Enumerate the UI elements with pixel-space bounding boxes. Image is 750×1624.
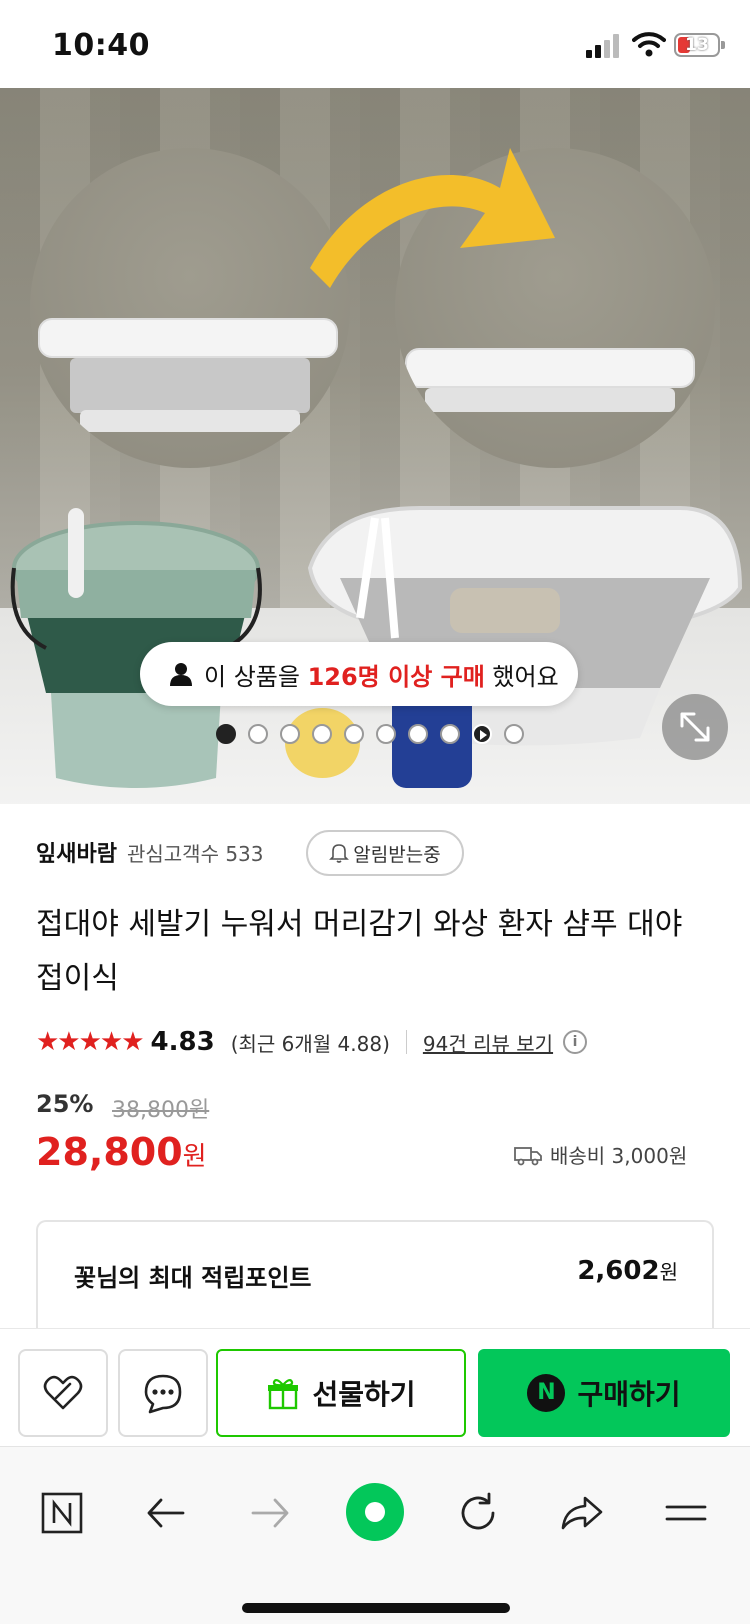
max-points-amount: 2,602 (577, 1256, 660, 1286)
sale-price-value: 28,800 (36, 1130, 183, 1174)
bell-icon (329, 844, 350, 863)
wishlist-button[interactable] (18, 1349, 108, 1437)
share-icon (561, 1496, 603, 1530)
back-arrow-icon (147, 1498, 185, 1528)
shipping-fee: 배송비 3,000원 (514, 1140, 687, 1169)
carousel-video-dot[interactable] (472, 724, 492, 744)
carousel-dot[interactable] (504, 724, 524, 744)
carousel-indicators[interactable] (216, 724, 524, 744)
product-image-carousel[interactable]: 이 상품을 126명 이상 구매 했어요 (0, 88, 750, 804)
divider (405, 1030, 407, 1054)
info-icon[interactable]: i (563, 1030, 588, 1054)
browser-toolbar (0, 1446, 750, 1624)
store-fans-count: 관심고객수 533 (126, 841, 264, 866)
carousel-dot[interactable] (280, 724, 300, 744)
battery-icon: 13 (674, 33, 725, 57)
sale-price-unit: 원 (182, 1142, 207, 1172)
naver-n-icon (41, 1492, 83, 1534)
notification-toggle-label: 알림받는중 (353, 843, 441, 866)
forward-arrow-icon (251, 1498, 289, 1528)
purchase-action-bar: 선물하기 N 구매하기 (0, 1328, 750, 1446)
store-name[interactable]: 잎새바람 (36, 836, 117, 868)
gift-icon (268, 1378, 299, 1410)
refresh-button[interactable] (448, 1483, 508, 1543)
truck-icon (514, 1146, 542, 1165)
notification-toggle-button[interactable]: 알림받는중 (306, 830, 464, 876)
discount-rate: 25% (36, 1090, 94, 1118)
reviews-link[interactable]: 94건 리뷰 보기 (423, 1028, 553, 1057)
carousel-dot[interactable] (376, 724, 396, 744)
carousel-dot[interactable] (408, 724, 428, 744)
gift-button[interactable]: 선물하기 (216, 1349, 466, 1437)
menu-button[interactable] (656, 1483, 716, 1543)
chat-bubble-icon (144, 1374, 182, 1414)
max-points-unit: 원 (659, 1260, 678, 1284)
battery-level: 13 (685, 35, 709, 55)
carousel-dot[interactable] (440, 724, 460, 744)
expand-button[interactable] (662, 694, 728, 760)
status-time: 10:40 (52, 28, 150, 63)
store-info: 잎새바람 관심고객수 533 (36, 830, 264, 874)
recent-rating: (최근 6개월 4.88) (230, 1031, 390, 1056)
status-bar: 10:40 13 (0, 0, 750, 88)
green-home-button[interactable] (344, 1481, 406, 1543)
max-points-value: 2,602원 (577, 1256, 678, 1286)
menu-icon (665, 1505, 707, 1521)
rating-stars: ★★★★★ (36, 1027, 145, 1057)
rating-score: 4.83 (150, 1027, 215, 1057)
carousel-dot[interactable] (312, 724, 332, 744)
shipping-fee-label: 배송비 3,000원 (550, 1144, 688, 1168)
max-points-label: 꽃님의 최대 적립포인트 (74, 1264, 312, 1292)
green-circle-home-icon (346, 1483, 404, 1541)
naver-pay-badge: N (527, 1374, 566, 1412)
person-icon (170, 663, 192, 686)
share-button[interactable] (552, 1483, 612, 1543)
original-price: 38,800원 (112, 1098, 210, 1123)
talk-button[interactable] (118, 1349, 208, 1437)
carousel-dot[interactable] (216, 724, 236, 744)
gift-button-label: 선물하기 (312, 1378, 416, 1411)
buy-button[interactable]: N 구매하기 (478, 1349, 730, 1437)
home-indicator[interactable] (242, 1603, 510, 1613)
expand-icon (680, 712, 710, 742)
refresh-icon (461, 1492, 495, 1530)
rating-row: ★★★★★ 4.83 (최근 6개월 4.88) 94건 리뷰 보기 i (36, 1022, 588, 1062)
sale-price: 28,800원 (36, 1130, 207, 1174)
max-points-box: 꽃님의 최대 적립포인트 2,602원 (36, 1220, 714, 1328)
product-title: 접대야 세발기 누워서 머리감기 와상 환자 샴푸 대야 접이식 (36, 907, 683, 996)
forward-button[interactable] (240, 1483, 300, 1543)
cellular-signal-icon (586, 34, 619, 58)
carousel-dot[interactable] (248, 724, 268, 744)
buyers-count: 126명 이상 구매 (307, 662, 485, 691)
buyers-count-badge: 이 상품을 126명 이상 구매 했어요 (140, 642, 578, 706)
naver-home-button[interactable] (32, 1483, 92, 1543)
carousel-dot[interactable] (344, 724, 364, 744)
back-button[interactable] (136, 1483, 196, 1543)
heart-link-icon (43, 1375, 83, 1410)
yellow-arrow-icon (310, 148, 555, 288)
buyers-suffix: 했어요 (484, 662, 559, 691)
wifi-icon (632, 32, 666, 57)
buyers-prefix: 이 상품을 (204, 662, 308, 691)
buy-button-label: 구매하기 (577, 1378, 681, 1411)
